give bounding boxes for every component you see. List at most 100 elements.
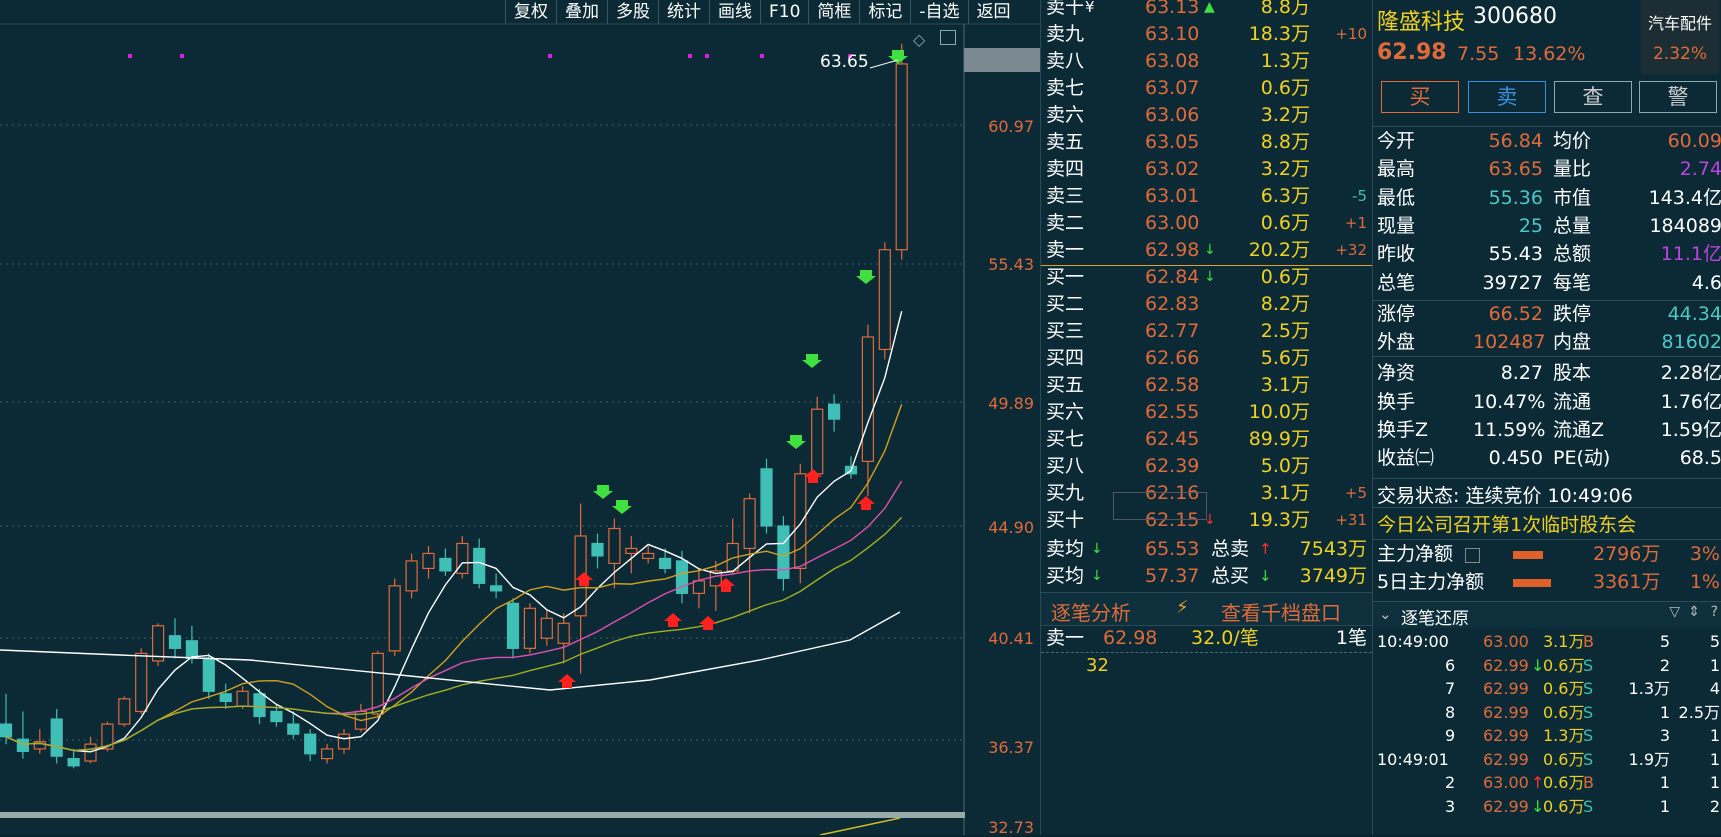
toolbar-button-1[interactable]: 叠加 bbox=[556, 0, 607, 24]
candle[interactable] bbox=[118, 698, 131, 725]
event-marker[interactable] bbox=[128, 54, 132, 58]
toolbar-button-0[interactable]: 复权 bbox=[505, 0, 556, 24]
bid-row[interactable]: 买二 62.83 8.2万 bbox=[1041, 291, 1372, 318]
collapse-icon[interactable]: ⌄ bbox=[1379, 605, 1392, 623]
candle[interactable] bbox=[67, 758, 80, 767]
candle[interactable] bbox=[692, 580, 706, 594]
event-marker[interactable] bbox=[705, 54, 709, 58]
candle[interactable] bbox=[743, 498, 756, 550]
event-marker[interactable] bbox=[548, 54, 552, 58]
candle[interactable] bbox=[760, 468, 773, 527]
toolbar-button-3[interactable]: 统计 bbox=[658, 0, 709, 24]
candle[interactable] bbox=[861, 336, 875, 462]
ask-row[interactable]: 卖二 63.00 0.6万 +1 bbox=[1041, 210, 1372, 237]
toolbar-button-5[interactable]: F10 bbox=[760, 0, 808, 24]
ask1-detail-row: 卖一 62.98 32.0/笔 1笔 bbox=[1046, 627, 1367, 649]
candle[interactable] bbox=[625, 547, 638, 555]
candle[interactable] bbox=[405, 560, 418, 592]
tab-trade-analysis[interactable]: 逐笔分析 bbox=[1051, 597, 1131, 626]
toolbar-button-9[interactable]: 返回 bbox=[967, 0, 1019, 24]
alert-button[interactable]: 警 bbox=[1639, 81, 1717, 113]
candle[interactable] bbox=[185, 640, 198, 660]
candle[interactable] bbox=[304, 733, 317, 755]
bid-row[interactable]: 买一 62.84 ↓ 0.6万 bbox=[1041, 264, 1372, 291]
kline-chart[interactable]: 复权叠加多股统计画线F10简框标记-自选返回 63.1160.9755.4349… bbox=[0, 0, 1040, 837]
event-marker[interactable] bbox=[760, 54, 764, 58]
candle[interactable] bbox=[878, 249, 891, 351]
bid-row[interactable]: 买四 62.66 5.6万 bbox=[1041, 345, 1372, 372]
candle[interactable] bbox=[219, 693, 232, 702]
ask-row[interactable]: 卖一 62.98 ↓ 20.2万 +32 bbox=[1041, 237, 1372, 264]
query-button[interactable]: 查 bbox=[1554, 81, 1632, 113]
candle[interactable] bbox=[337, 733, 351, 750]
filter-icon[interactable]: ▽ bbox=[1669, 604, 1680, 620]
notice-text[interactable]: 今日公司召开第1次临时股东会 bbox=[1377, 510, 1636, 537]
candle[interactable] bbox=[490, 585, 503, 592]
stock-name: 隆盛科技 bbox=[1377, 10, 1466, 35]
stat-row: 最高 63.65 量比 2.74 bbox=[1377, 158, 1721, 181]
stat-row: 净资 8.27 股本 2.28亿 bbox=[1377, 362, 1721, 385]
y-tick-label: 60.97 bbox=[988, 117, 1034, 136]
candle[interactable] bbox=[84, 743, 97, 762]
candle[interactable] bbox=[642, 552, 655, 560]
candle[interactable] bbox=[321, 748, 334, 760]
candle[interactable] bbox=[557, 622, 570, 644]
candle[interactable] bbox=[270, 710, 283, 723]
sort-icon[interactable]: ⇕ bbox=[1688, 604, 1700, 620]
diamond-icon[interactable]: ◇ bbox=[913, 30, 925, 49]
candle[interactable] bbox=[658, 557, 672, 570]
ask-row[interactable]: 卖五 63.05 8.8万 bbox=[1041, 129, 1372, 156]
ask-row[interactable]: 卖四 63.02 3.2万 bbox=[1041, 156, 1372, 183]
buy-button[interactable]: 买 bbox=[1381, 81, 1459, 113]
candle[interactable] bbox=[794, 473, 807, 570]
bid-row[interactable]: 买五 62.58 3.1万 bbox=[1041, 372, 1372, 399]
ask-row[interactable]: 卖八 63.08 1.3万 bbox=[1041, 48, 1372, 75]
doc-icon[interactable] bbox=[1465, 548, 1480, 563]
ask-row[interactable]: 卖七 63.07 0.6万 bbox=[1041, 75, 1372, 102]
candle[interactable] bbox=[236, 690, 249, 708]
candle[interactable] bbox=[608, 527, 621, 565]
candle[interactable] bbox=[523, 607, 537, 649]
candle[interactable] bbox=[895, 63, 908, 251]
kline-svg[interactable] bbox=[0, 0, 1040, 835]
toolbar-button-8[interactable]: -自选 bbox=[910, 0, 967, 24]
candle[interactable] bbox=[253, 693, 266, 718]
toolbar-button-7[interactable]: 标记 bbox=[859, 0, 910, 24]
help-icon[interactable]: ? bbox=[1711, 604, 1718, 620]
candle[interactable] bbox=[388, 585, 401, 652]
toolbar-button-4[interactable]: 画线 bbox=[709, 0, 760, 24]
bid-row[interactable]: 买三 62.77 2.5万 bbox=[1041, 318, 1372, 345]
candle[interactable] bbox=[540, 617, 553, 639]
tab-depth-levels[interactable]: 查看千档盘口 bbox=[1221, 597, 1341, 626]
candle[interactable] bbox=[16, 738, 29, 752]
ask-row[interactable]: 卖三 63.01 6.3万 -5 bbox=[1041, 183, 1372, 210]
candle[interactable] bbox=[506, 602, 520, 649]
event-marker[interactable] bbox=[688, 54, 692, 58]
candle[interactable] bbox=[168, 635, 182, 649]
candle[interactable] bbox=[50, 718, 63, 757]
candle[interactable] bbox=[591, 542, 604, 557]
candle[interactable] bbox=[439, 557, 452, 572]
candle[interactable] bbox=[0, 723, 13, 738]
event-marker[interactable] bbox=[180, 54, 184, 58]
chart-scrollbar[interactable] bbox=[0, 812, 965, 818]
bid-row[interactable]: 买六 62.55 10.0万 bbox=[1041, 399, 1372, 426]
ask-row[interactable]: 卖九 63.10 18.3万 +10 bbox=[1041, 21, 1372, 48]
ask-row[interactable]: 卖六 63.06 3.2万 bbox=[1041, 102, 1372, 129]
sector-box[interactable]: 汽车配件 2.32% bbox=[1641, 0, 1719, 74]
ask-row[interactable]: 卖十 ¥63.13 ▲ 8.8万 bbox=[1041, 0, 1372, 21]
toolbar-button-2[interactable]: 多股 bbox=[607, 0, 658, 24]
candle[interactable] bbox=[422, 552, 435, 570]
candle[interactable] bbox=[811, 408, 824, 475]
sell-button[interactable]: 卖 bbox=[1468, 81, 1546, 113]
candle[interactable] bbox=[135, 652, 148, 713]
toolbar-button-6[interactable]: 简框 bbox=[808, 0, 859, 24]
panel-toggle-icon[interactable] bbox=[940, 30, 956, 45]
candle[interactable] bbox=[827, 403, 841, 420]
candle[interactable] bbox=[202, 657, 215, 692]
ask1-qty: 32 bbox=[1086, 655, 1109, 676]
candle[interactable] bbox=[473, 547, 486, 584]
bid-row[interactable]: 买八 62.39 5.0万 bbox=[1041, 453, 1372, 480]
candle[interactable] bbox=[287, 723, 300, 735]
bid-row[interactable]: 买七 62.45 89.9万 bbox=[1041, 426, 1372, 453]
